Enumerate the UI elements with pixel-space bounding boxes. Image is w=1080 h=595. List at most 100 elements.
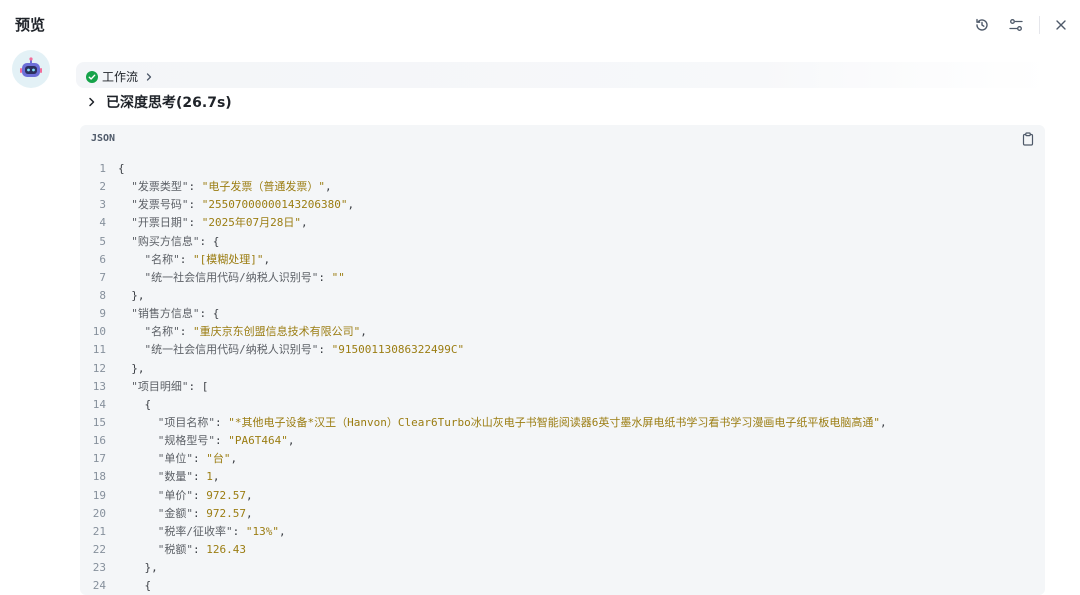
page-title: 预览 bbox=[15, 16, 46, 34]
line-content: "税额": 126.43 bbox=[118, 541, 246, 559]
line-number: 18 bbox=[92, 470, 106, 484]
code-token: , bbox=[212, 470, 220, 484]
code-token: : bbox=[179, 252, 193, 266]
code-token: : { bbox=[199, 234, 220, 248]
settings-icon[interactable] bbox=[1007, 16, 1025, 34]
code-token: , bbox=[287, 434, 295, 448]
code-line: 10 "名称": "重庆京东创盟信息技术有限公司", bbox=[80, 323, 1045, 341]
preview-header: 预览 bbox=[0, 0, 1080, 48]
code-token: }, bbox=[118, 561, 158, 575]
line-number: 20 bbox=[92, 506, 106, 520]
code-token: : bbox=[232, 524, 246, 538]
line-number: 9 bbox=[99, 307, 106, 321]
line-number: 1 bbox=[99, 162, 106, 175]
code-line: 13 "项目明细": [ bbox=[80, 378, 1045, 396]
line-content: "名称": "重庆京东创盟信息技术有限公司", bbox=[118, 323, 367, 341]
line-content: }, bbox=[118, 287, 145, 305]
code-language-label: JSON bbox=[91, 133, 116, 144]
code-token: { bbox=[118, 579, 152, 593]
code-line: 8 }, bbox=[80, 287, 1045, 305]
code-token: , bbox=[325, 180, 332, 194]
code-token: "发票号码" bbox=[131, 198, 189, 212]
code-token: : bbox=[318, 270, 332, 284]
deep-thinking-toggle[interactable]: 已深度思考(26.7s) bbox=[86, 92, 232, 112]
code-token: }, bbox=[118, 288, 145, 302]
code-token: "税额" bbox=[157, 542, 193, 556]
code-token: , bbox=[230, 452, 238, 466]
line-content: "项目明细": [ bbox=[118, 378, 208, 396]
line-number: 21 bbox=[92, 524, 106, 538]
divider bbox=[1039, 16, 1040, 34]
code-line: 1{ bbox=[80, 160, 1045, 178]
code-line: 19 "单价": 972.57, bbox=[80, 487, 1045, 505]
code-token: , bbox=[279, 524, 286, 538]
code-line: 6 "名称": "[模糊处理]", bbox=[80, 251, 1045, 269]
line-content: "单位": "台", bbox=[118, 450, 237, 468]
code-token: "台" bbox=[206, 452, 231, 466]
line-number: 23 bbox=[92, 561, 106, 575]
code-token: "13%" bbox=[245, 524, 279, 538]
code-token: "[模糊处理]" bbox=[193, 252, 264, 266]
line-number: 24 bbox=[92, 579, 106, 593]
line-number: 6 bbox=[99, 252, 106, 266]
code-token: : bbox=[188, 198, 202, 212]
line-content: "统一社会信用代码/纳税人识别号": "" bbox=[118, 269, 345, 287]
code-line: 4 "开票日期": "2025年07月28日", bbox=[80, 214, 1045, 232]
check-circle-icon bbox=[86, 70, 98, 83]
line-content: "统一社会信用代码/纳税人识别号": "91500113086322499C" bbox=[118, 341, 465, 359]
chevron-right-icon bbox=[89, 97, 95, 107]
code-block: JSON 1{2 "发票类型": "电子发票（普通发票）", 3 "发票号码": … bbox=[80, 125, 1045, 595]
code-token: "统一社会信用代码/纳税人识别号" bbox=[144, 270, 319, 284]
code-token: { bbox=[118, 162, 125, 175]
code-line: 15 "项目名称": "*其他电子设备*汉王（Hanvon）Clear6Turb… bbox=[80, 414, 1045, 432]
code-token: "金额" bbox=[157, 506, 193, 520]
code-token: 972.57 bbox=[206, 488, 246, 502]
code-line: 16 "规格型号": "PA6T464", bbox=[80, 432, 1045, 450]
close-icon[interactable] bbox=[1052, 16, 1070, 34]
code-token: "税率/征收率" bbox=[157, 524, 233, 538]
code-token: : [ bbox=[188, 379, 209, 393]
line-content: "金额": 972.57, bbox=[118, 505, 253, 523]
code-token: "重庆京东创盟信息技术有限公司" bbox=[193, 325, 361, 339]
code-line: 11 "统一社会信用代码/纳税人识别号": "91500113086322499… bbox=[80, 341, 1045, 359]
line-content: }, bbox=[118, 559, 158, 577]
history-icon[interactable] bbox=[973, 16, 991, 34]
line-number: 17 bbox=[92, 452, 106, 466]
code-token: : bbox=[193, 452, 207, 466]
line-number: 7 bbox=[99, 270, 106, 284]
line-number: 22 bbox=[92, 542, 106, 556]
code-token: : bbox=[193, 542, 207, 556]
line-number: 8 bbox=[99, 288, 106, 302]
code-token: : bbox=[179, 325, 193, 339]
workflow-toggle[interactable]: 工作流 bbox=[86, 68, 154, 85]
line-content: { bbox=[118, 577, 151, 595]
robot-avatar-icon bbox=[12, 50, 50, 88]
code-token: , bbox=[246, 506, 253, 520]
code-token: "数量" bbox=[157, 470, 193, 484]
line-number: 5 bbox=[99, 234, 106, 248]
line-number: 10 bbox=[92, 325, 106, 339]
code-token: "PA6T464" bbox=[228, 434, 288, 448]
code-line: 3 "发票号码": "25507000000143206380", bbox=[80, 196, 1045, 214]
code-token: "*其他电子设备*汉王（Hanvon）Clear6Turbo冰山灰电子书智能阅读… bbox=[228, 415, 880, 429]
line-number: 2 bbox=[99, 180, 106, 194]
code-token: : bbox=[188, 216, 202, 230]
code-line: 20 "金额": 972.57, bbox=[80, 505, 1045, 523]
code-token: 972.57 bbox=[206, 506, 246, 520]
code-line: 24 { bbox=[80, 577, 1045, 595]
code-token: , bbox=[879, 415, 887, 429]
clipboard-icon[interactable] bbox=[1021, 131, 1035, 146]
code-line: 5 "购买方信息": { bbox=[80, 233, 1045, 251]
line-content: "数量": 1, bbox=[118, 468, 220, 486]
code-line: 22 "税额": 126.43 bbox=[80, 541, 1045, 559]
line-content: "销售方信息": { bbox=[118, 305, 219, 323]
code-token: : { bbox=[199, 307, 220, 321]
code-line: 23 }, bbox=[80, 559, 1045, 577]
